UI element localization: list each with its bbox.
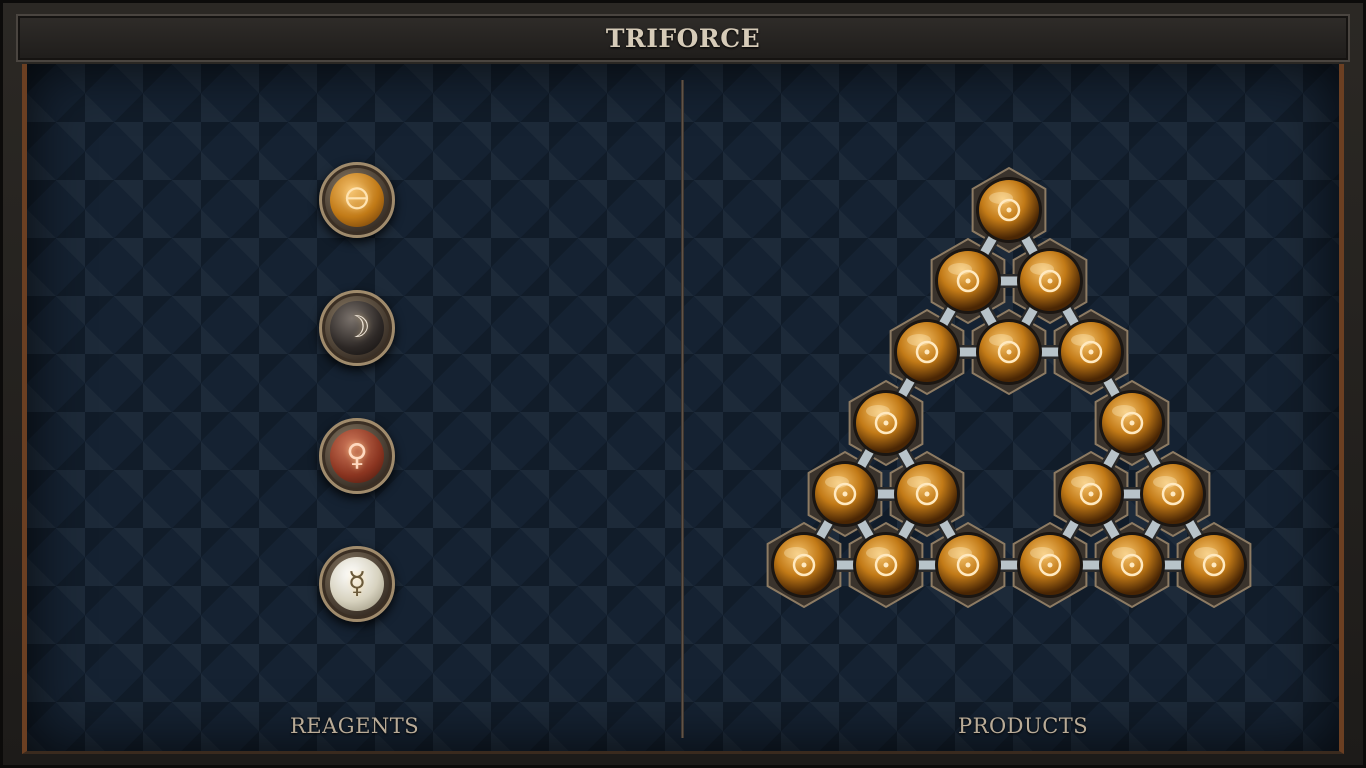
product-atom-salt[interactable] bbox=[812, 461, 878, 527]
product-atom-salt[interactable] bbox=[771, 532, 837, 598]
product-atom-salt[interactable] bbox=[1099, 390, 1165, 456]
product-molecule[interactable] bbox=[0, 0, 1366, 768]
product-atom-salt[interactable] bbox=[1017, 532, 1083, 598]
product-atom-salt[interactable] bbox=[1058, 461, 1124, 527]
product-atom-salt[interactable] bbox=[976, 177, 1042, 243]
product-atom-salt[interactable] bbox=[853, 532, 919, 598]
product-atom-salt[interactable] bbox=[1099, 532, 1165, 598]
product-atom-salt[interactable] bbox=[1058, 319, 1124, 385]
product-atom-salt[interactable] bbox=[853, 390, 919, 456]
product-atom-salt[interactable] bbox=[894, 319, 960, 385]
product-atom-salt[interactable] bbox=[935, 248, 1001, 314]
product-atom-salt[interactable] bbox=[935, 532, 1001, 598]
product-atom-salt[interactable] bbox=[976, 319, 1042, 385]
product-atom-salt[interactable] bbox=[1140, 461, 1206, 527]
product-atom-salt[interactable] bbox=[1181, 532, 1247, 598]
product-atom-salt[interactable] bbox=[894, 461, 960, 527]
product-atom-salt[interactable] bbox=[1017, 248, 1083, 314]
